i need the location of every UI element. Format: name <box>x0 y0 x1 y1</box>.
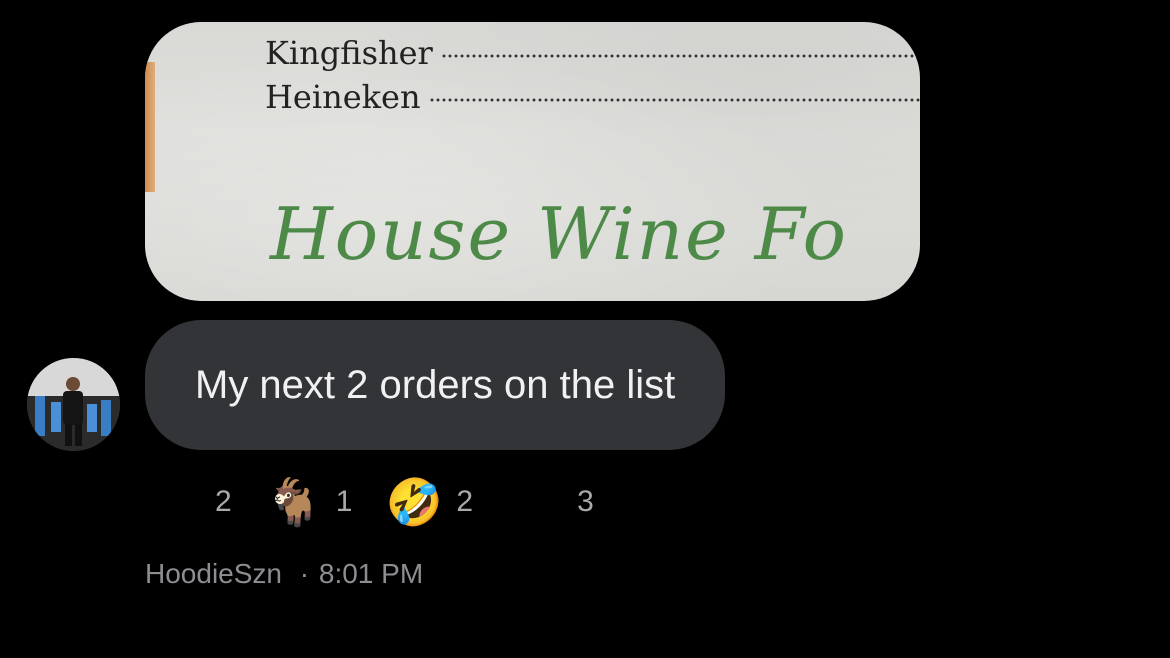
reaction-count: 2 <box>456 485 474 518</box>
menu-line: Kingfisher <box>265 34 920 72</box>
menu-item-kingfisher: Kingfisher <box>265 34 433 72</box>
sender-avatar[interactable] <box>27 358 120 451</box>
menu-item-heineken: Heineken <box>265 78 421 116</box>
menu-heading-house-wine: House Wine Fo <box>270 192 848 276</box>
meta-separator: · <box>299 558 310 589</box>
dm-thread: Kingfisher Heineken House Wine Fo My nex… <box>0 0 1170 658</box>
crying-emoji-icon: 😭 <box>508 476 562 528</box>
reaction-rolling-laughing[interactable]: 🤣 2 <box>386 474 473 530</box>
reaction-count: 2 <box>215 485 232 518</box>
menu-line: Heineken <box>265 78 920 116</box>
reaction-count: 1 <box>335 485 353 518</box>
message-bubble[interactable]: My next 2 orders on the list <box>145 320 726 450</box>
image-attachment[interactable]: Kingfisher Heineken House Wine Fo <box>145 22 920 301</box>
rolling-laughing-emoji-icon: 🤣 <box>385 476 444 528</box>
reactions-bar: 😂 2 🐐 1 🤣 2 😭 3 <box>145 474 628 530</box>
goat-emoji-icon: 🐐 <box>265 476 323 528</box>
tears-of-joy-emoji-icon: 😂 <box>146 476 200 528</box>
reaction-goat[interactable]: 🐐 1 <box>265 474 353 530</box>
reaction-crying[interactable]: 😭 3 <box>507 474 594 530</box>
reaction-tears-of-joy[interactable]: 😂 2 <box>145 474 232 530</box>
sender-name[interactable]: HoodieSzn <box>145 558 282 589</box>
avatar-photo-icon <box>27 358 120 451</box>
message-timestamp: 8:01 PM <box>318 558 424 589</box>
paper-edge-decoration <box>145 62 155 192</box>
dotted-leader <box>440 53 920 58</box>
reaction-count: 3 <box>577 485 594 518</box>
message-meta: HoodieSzn · 8:01 PM <box>145 558 423 590</box>
dotted-leader <box>428 97 920 102</box>
